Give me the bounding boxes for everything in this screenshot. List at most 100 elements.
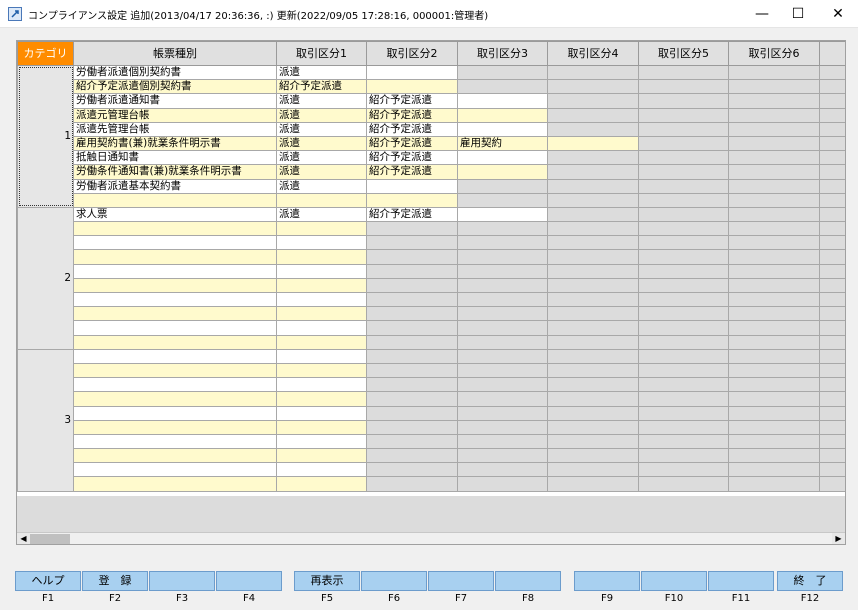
trade-category-cell[interactable] <box>547 405 639 421</box>
trade-category-cell[interactable] <box>728 391 820 407</box>
trade-category-cell[interactable] <box>819 150 845 166</box>
form-type-cell[interactable] <box>73 391 277 407</box>
trade-category-cell[interactable] <box>366 419 458 435</box>
f1-help-button[interactable]: ヘルプ <box>15 571 81 591</box>
f12-exit-button[interactable]: 終 了 <box>777 571 843 591</box>
trade-category-cell[interactable] <box>728 334 820 350</box>
trade-category-cell[interactable] <box>366 433 458 450</box>
trade-category-cell[interactable] <box>728 93 820 109</box>
trade-category-cell[interactable] <box>276 405 367 421</box>
trade-category-cell[interactable] <box>366 462 458 478</box>
trade-category-cell[interactable]: 雇用契約 <box>457 135 548 152</box>
trade-category-cell[interactable] <box>457 150 548 166</box>
trade-category-cell[interactable] <box>819 291 845 308</box>
form-type-cell[interactable] <box>73 249 277 265</box>
trade-category-cell[interactable] <box>366 377 458 393</box>
trade-category-cell[interactable] <box>728 79 820 95</box>
trade-category-cell[interactable] <box>366 277 458 294</box>
trade-category-cell[interactable] <box>276 221 367 237</box>
trade-category-cell[interactable] <box>819 391 845 407</box>
trade-category-cell[interactable] <box>638 419 729 435</box>
trade-category-cell[interactable] <box>819 164 845 180</box>
trade-category-cell[interactable] <box>366 64 458 81</box>
trade-category-cell[interactable]: 派遣 <box>276 164 367 180</box>
trade-category-cell[interactable] <box>819 462 845 478</box>
trade-category-cell[interactable] <box>728 263 820 279</box>
trade-category-cell[interactable] <box>819 79 845 95</box>
form-type-cell[interactable] <box>73 221 277 237</box>
form-type-cell[interactable] <box>73 462 277 478</box>
trade-category-cell[interactable] <box>638 433 729 450</box>
trade-category-cell[interactable] <box>457 221 548 237</box>
trade-category-cell[interactable]: 派遣 <box>276 64 367 81</box>
trade-category-cell[interactable] <box>819 107 845 123</box>
trade-category-cell[interactable] <box>728 462 820 478</box>
form-type-cell[interactable]: 抵触日通知書 <box>73 150 277 166</box>
trade-category-cell[interactable]: 派遣 <box>276 135 367 152</box>
trade-category-cell[interactable] <box>366 178 458 194</box>
trade-category-cell[interactable] <box>457 93 548 109</box>
trade-category-cell[interactable] <box>457 306 548 322</box>
trade-category-cell[interactable] <box>276 448 367 464</box>
trade-category-cell[interactable]: 紹介予定派遣 <box>276 79 367 95</box>
trade-category-cell[interactable]: 派遣 <box>276 107 367 123</box>
column-header-category[interactable]: カテゴリ <box>17 41 74 66</box>
form-type-cell[interactable] <box>73 320 277 336</box>
trade-category-cell[interactable] <box>547 320 639 336</box>
trade-category-cell[interactable] <box>638 249 729 265</box>
trade-category-cell[interactable] <box>457 476 548 492</box>
trade-category-cell[interactable] <box>638 320 729 336</box>
trade-category-cell[interactable] <box>819 320 845 336</box>
trade-category-cell[interactable] <box>819 277 845 294</box>
trade-category-cell[interactable] <box>638 178 729 194</box>
trade-category-cell[interactable] <box>366 362 458 379</box>
trade-category-cell[interactable] <box>547 150 639 166</box>
trade-category-cell[interactable] <box>728 135 820 152</box>
trade-category-cell[interactable] <box>728 192 820 208</box>
trade-category-cell[interactable]: 紹介予定派遣 <box>366 164 458 180</box>
trade-category-cell[interactable] <box>728 107 820 123</box>
trade-category-cell[interactable] <box>457 377 548 393</box>
column-header-trade-1[interactable]: 取引区分1 <box>276 41 367 66</box>
trade-category-cell[interactable] <box>728 150 820 166</box>
form-type-cell[interactable] <box>73 419 277 435</box>
scroll-thumb[interactable] <box>30 534 70 544</box>
trade-category-cell[interactable] <box>638 476 729 492</box>
trade-category-cell[interactable] <box>547 448 639 464</box>
trade-category-cell[interactable] <box>819 362 845 379</box>
f6-button[interactable] <box>361 571 427 591</box>
trade-category-cell[interactable]: 紹介予定派遣 <box>366 93 458 109</box>
trade-category-cell[interactable] <box>547 462 639 478</box>
trade-category-cell[interactable] <box>638 377 729 393</box>
f2-register-button[interactable]: 登 録 <box>82 571 148 591</box>
trade-category-cell[interactable] <box>638 64 729 81</box>
trade-category-cell[interactable] <box>276 320 367 336</box>
trade-category-cell[interactable] <box>819 121 845 137</box>
trade-category-cell[interactable] <box>366 348 458 364</box>
form-type-cell[interactable] <box>73 448 277 464</box>
trade-category-cell[interactable] <box>638 93 729 109</box>
trade-category-cell[interactable] <box>728 206 820 223</box>
trade-category-cell[interactable] <box>638 235 729 251</box>
trade-category-cell[interactable] <box>728 249 820 265</box>
trade-category-cell[interactable] <box>819 249 845 265</box>
trade-category-cell[interactable]: 紹介予定派遣 <box>366 121 458 137</box>
trade-category-cell[interactable] <box>457 249 548 265</box>
trade-category-cell[interactable] <box>276 235 367 251</box>
f10-button[interactable] <box>641 571 707 591</box>
trade-category-cell[interactable] <box>638 334 729 350</box>
trade-category-cell[interactable] <box>547 433 639 450</box>
trade-category-cell[interactable] <box>457 164 548 180</box>
trade-category-cell[interactable] <box>547 135 639 152</box>
trade-category-cell[interactable] <box>457 348 548 364</box>
trade-category-cell[interactable] <box>819 178 845 194</box>
minimize-button[interactable]: — <box>742 0 782 28</box>
trade-category-cell[interactable] <box>638 121 729 137</box>
trade-category-cell[interactable] <box>547 334 639 350</box>
trade-category-cell[interactable] <box>547 277 639 294</box>
trade-category-cell[interactable] <box>457 405 548 421</box>
trade-category-cell[interactable] <box>638 391 729 407</box>
column-header-trade-2[interactable]: 取引区分2 <box>366 41 458 66</box>
trade-category-cell[interactable] <box>728 433 820 450</box>
trade-category-cell[interactable] <box>276 419 367 435</box>
